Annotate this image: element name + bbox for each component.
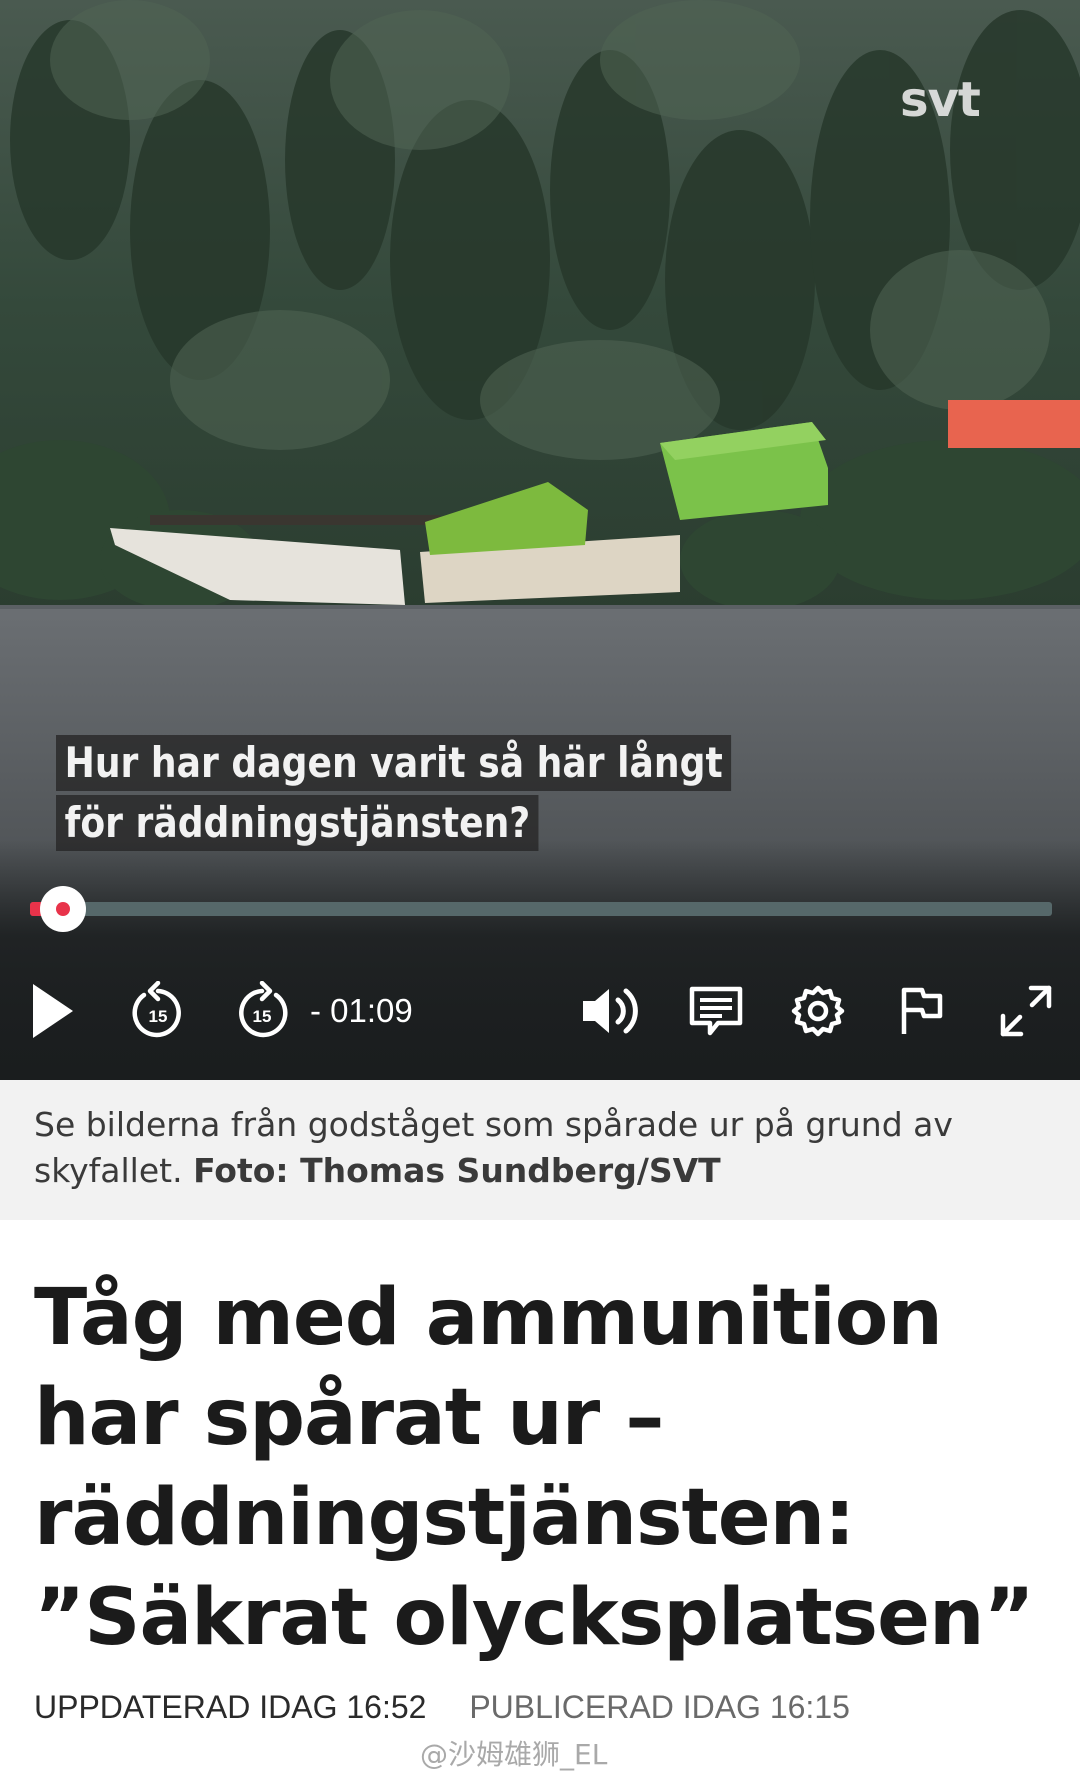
volume-icon bbox=[583, 988, 638, 1034]
forward-15-button[interactable]: 15 bbox=[232, 976, 292, 1046]
article-headline: Tåg med ammunition har spårat ur – räddn… bbox=[34, 1273, 1035, 1663]
report-button[interactable] bbox=[892, 976, 952, 1046]
progress-scrubber[interactable] bbox=[40, 886, 86, 932]
flag-icon bbox=[901, 987, 943, 1034]
play-icon bbox=[33, 984, 73, 1038]
forward-15-icon: 15 bbox=[239, 981, 288, 1038]
photo-credit: Foto: Thomas Sundberg/SVT bbox=[193, 1151, 721, 1190]
subtitles-icon bbox=[689, 986, 743, 1036]
fullscreen-icon bbox=[1000, 985, 1052, 1037]
video-player[interactable]: svt Hur har dagen varit så här långt för… bbox=[0, 0, 1080, 1080]
video-subtitles: Hur har dagen varit så här långt för räd… bbox=[56, 735, 841, 851]
volume-button[interactable] bbox=[576, 976, 646, 1046]
fullscreen-button[interactable] bbox=[996, 976, 1056, 1046]
article-timestamps: UPPDATERAD IDAG 16:52 PUBLICERAD IDAG 16… bbox=[34, 1685, 850, 1729]
time-remaining: - 01:09 bbox=[310, 992, 413, 1029]
watermark: @沙姆雄狮_EL bbox=[420, 1738, 608, 1771]
rewind-seconds-label: 15 bbox=[149, 1007, 168, 1026]
photo-caption: Se bilderna från godståget som spårade u… bbox=[0, 1080, 1080, 1220]
play-button[interactable] bbox=[22, 976, 82, 1046]
subtitle-line: Hur har dagen varit så här långt bbox=[56, 735, 732, 791]
svt-logo: svt bbox=[900, 72, 981, 128]
rewind-15-button[interactable]: 15 bbox=[128, 976, 188, 1046]
progress-bar[interactable] bbox=[30, 902, 1052, 916]
settings-button[interactable] bbox=[788, 976, 848, 1046]
published-timestamp: PUBLICERAD IDAG 16:15 bbox=[469, 1689, 850, 1725]
forward-seconds-label: 15 bbox=[253, 1007, 272, 1026]
rewind-15-icon: 15 bbox=[132, 981, 181, 1038]
updated-timestamp: UPPDATERAD IDAG 16:52 bbox=[34, 1689, 427, 1725]
gear-icon bbox=[791, 985, 845, 1037]
subtitles-button[interactable] bbox=[686, 976, 746, 1046]
